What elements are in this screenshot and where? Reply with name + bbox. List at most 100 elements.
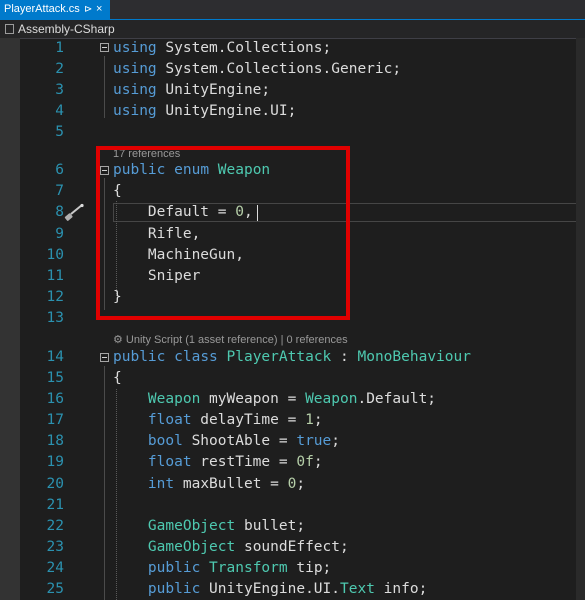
- code-text: using System.Collections.Generic;: [113, 59, 401, 80]
- code-token: :: [331, 349, 358, 365]
- code-token: 0f: [296, 454, 314, 470]
- tab-playerattack[interactable]: PlayerAttack.cs ⊳ ×: [0, 0, 110, 19]
- code-token: ;: [296, 476, 306, 492]
- code-line[interactable]: 22 GameObject bullet;: [0, 516, 585, 537]
- code-token: myWeapon =: [200, 391, 306, 407]
- code-line[interactable]: 15 {: [0, 368, 585, 389]
- code-token: maxBullet =: [174, 476, 288, 492]
- line-number: 15: [46, 370, 64, 386]
- code-text: float restTime = 0f;: [113, 452, 323, 473]
- code-token: bullet;: [235, 518, 306, 534]
- tab-bar: PlayerAttack.cs ⊳ ×: [0, 0, 585, 20]
- code-text: GameObject bullet;: [113, 516, 305, 537]
- code-token: public: [147, 581, 201, 597]
- pin-icon[interactable]: ⊳: [84, 0, 92, 19]
- navigation-bar: Assembly-CSharp: [0, 20, 585, 39]
- line-number: 23: [46, 539, 64, 555]
- close-icon[interactable]: ×: [96, 0, 102, 19]
- red-highlight-box: [96, 146, 350, 320]
- line-number: 1: [55, 40, 64, 56]
- code-token: .Default;: [357, 391, 437, 407]
- code-text: Weapon myWeapon = Weapon.Default;: [113, 389, 436, 410]
- line-number: 18: [46, 433, 64, 449]
- code-token: PlayerAttack: [226, 349, 332, 365]
- code-line[interactable]: 19 float restTime = 0f;: [0, 452, 585, 473]
- code-line[interactable]: 5: [0, 122, 585, 143]
- code-token: public: [113, 349, 166, 365]
- code-text: public UnityEngine.UI.Text info;: [113, 579, 427, 600]
- quick-actions-brush-icon[interactable]: [64, 203, 86, 223]
- code-line[interactable]: 14 public class PlayerAttack : MonoBehavi…: [0, 347, 585, 368]
- code-token: delayTime =: [191, 412, 306, 428]
- code-token: ;: [313, 412, 323, 428]
- code-token: ShootAble =: [182, 433, 297, 449]
- code-token: class: [174, 349, 218, 365]
- code-line[interactable]: 3 using UnityEngine;: [0, 80, 585, 101]
- code-token: restTime =: [191, 454, 297, 470]
- line-number: 11: [46, 268, 64, 284]
- code-token: {: [113, 370, 122, 386]
- project-dropdown[interactable]: Assembly-CSharp: [18, 20, 115, 38]
- line-number: 4: [55, 103, 64, 119]
- code-token: 1: [305, 412, 314, 428]
- code-token: System.Collections;: [156, 40, 332, 56]
- code-token: ;: [313, 454, 323, 470]
- code-token: GameObject: [147, 539, 236, 555]
- code-token: tip;: [287, 560, 332, 576]
- code-token: Text: [340, 581, 375, 597]
- code-line[interactable]: 21: [0, 495, 585, 516]
- codelens-unity-script[interactable]: ⚙ Unity Script (1 asset reference) | 0 r…: [113, 333, 348, 347]
- line-number: 6: [55, 162, 64, 178]
- code-token: using: [113, 61, 157, 77]
- tab-title: PlayerAttack.cs: [4, 3, 80, 15]
- code-line[interactable]: 18 bool ShootAble = true;: [0, 431, 585, 452]
- code-token: true: [296, 433, 332, 449]
- code-line[interactable]: 20 int maxBullet = 0;: [0, 474, 585, 495]
- code-line[interactable]: 17 float delayTime = 1;: [0, 410, 585, 431]
- project-icon: [5, 24, 14, 34]
- code-token: ;: [331, 433, 340, 449]
- code-text: {: [113, 368, 122, 389]
- line-number: 14: [46, 349, 64, 365]
- code-token: UnityEngine;: [156, 82, 271, 98]
- code-line[interactable]: 2 using System.Collections.Generic;: [0, 59, 585, 80]
- code-text: GameObject soundEffect;: [113, 537, 349, 558]
- code-token: public: [147, 560, 201, 576]
- code-text: float delayTime = 1;: [113, 410, 323, 431]
- code-line[interactable]: 23 GameObject soundEffect;: [0, 537, 585, 558]
- line-number: 22: [46, 518, 64, 534]
- vertical-scrollbar[interactable]: [576, 38, 585, 600]
- code-text: int maxBullet = 0;: [113, 474, 305, 495]
- code-token: Transform: [209, 560, 288, 576]
- code-line[interactable]: 24 public Transform tip;: [0, 558, 585, 579]
- code-token: UnityEngine.UI;: [156, 103, 297, 119]
- code-token: int: [147, 476, 175, 492]
- code-token: info;: [374, 581, 428, 597]
- line-number: 19: [46, 454, 64, 470]
- code-line[interactable]: 25 public UnityEngine.UI.Text info;: [0, 579, 585, 600]
- code-token: float: [147, 454, 192, 470]
- code-token: Weapon: [305, 391, 358, 407]
- code-token: bool: [147, 433, 183, 449]
- line-number: 17: [46, 412, 64, 428]
- code-line[interactable]: 16 Weapon myWeapon = Weapon.Default;: [0, 389, 585, 410]
- code-line[interactable]: 1 using System.Collections;: [0, 38, 585, 59]
- code-line[interactable]: 4 using UnityEngine.UI;: [0, 101, 585, 122]
- code-text: bool ShootAble = true;: [113, 431, 340, 452]
- code-text: public class PlayerAttack : MonoBehaviou…: [113, 347, 471, 368]
- line-number: 20: [46, 476, 64, 492]
- line-number: 12: [46, 289, 64, 305]
- code-token: using: [113, 82, 157, 98]
- code-text: public Transform tip;: [113, 558, 331, 579]
- code-token: float: [147, 412, 192, 428]
